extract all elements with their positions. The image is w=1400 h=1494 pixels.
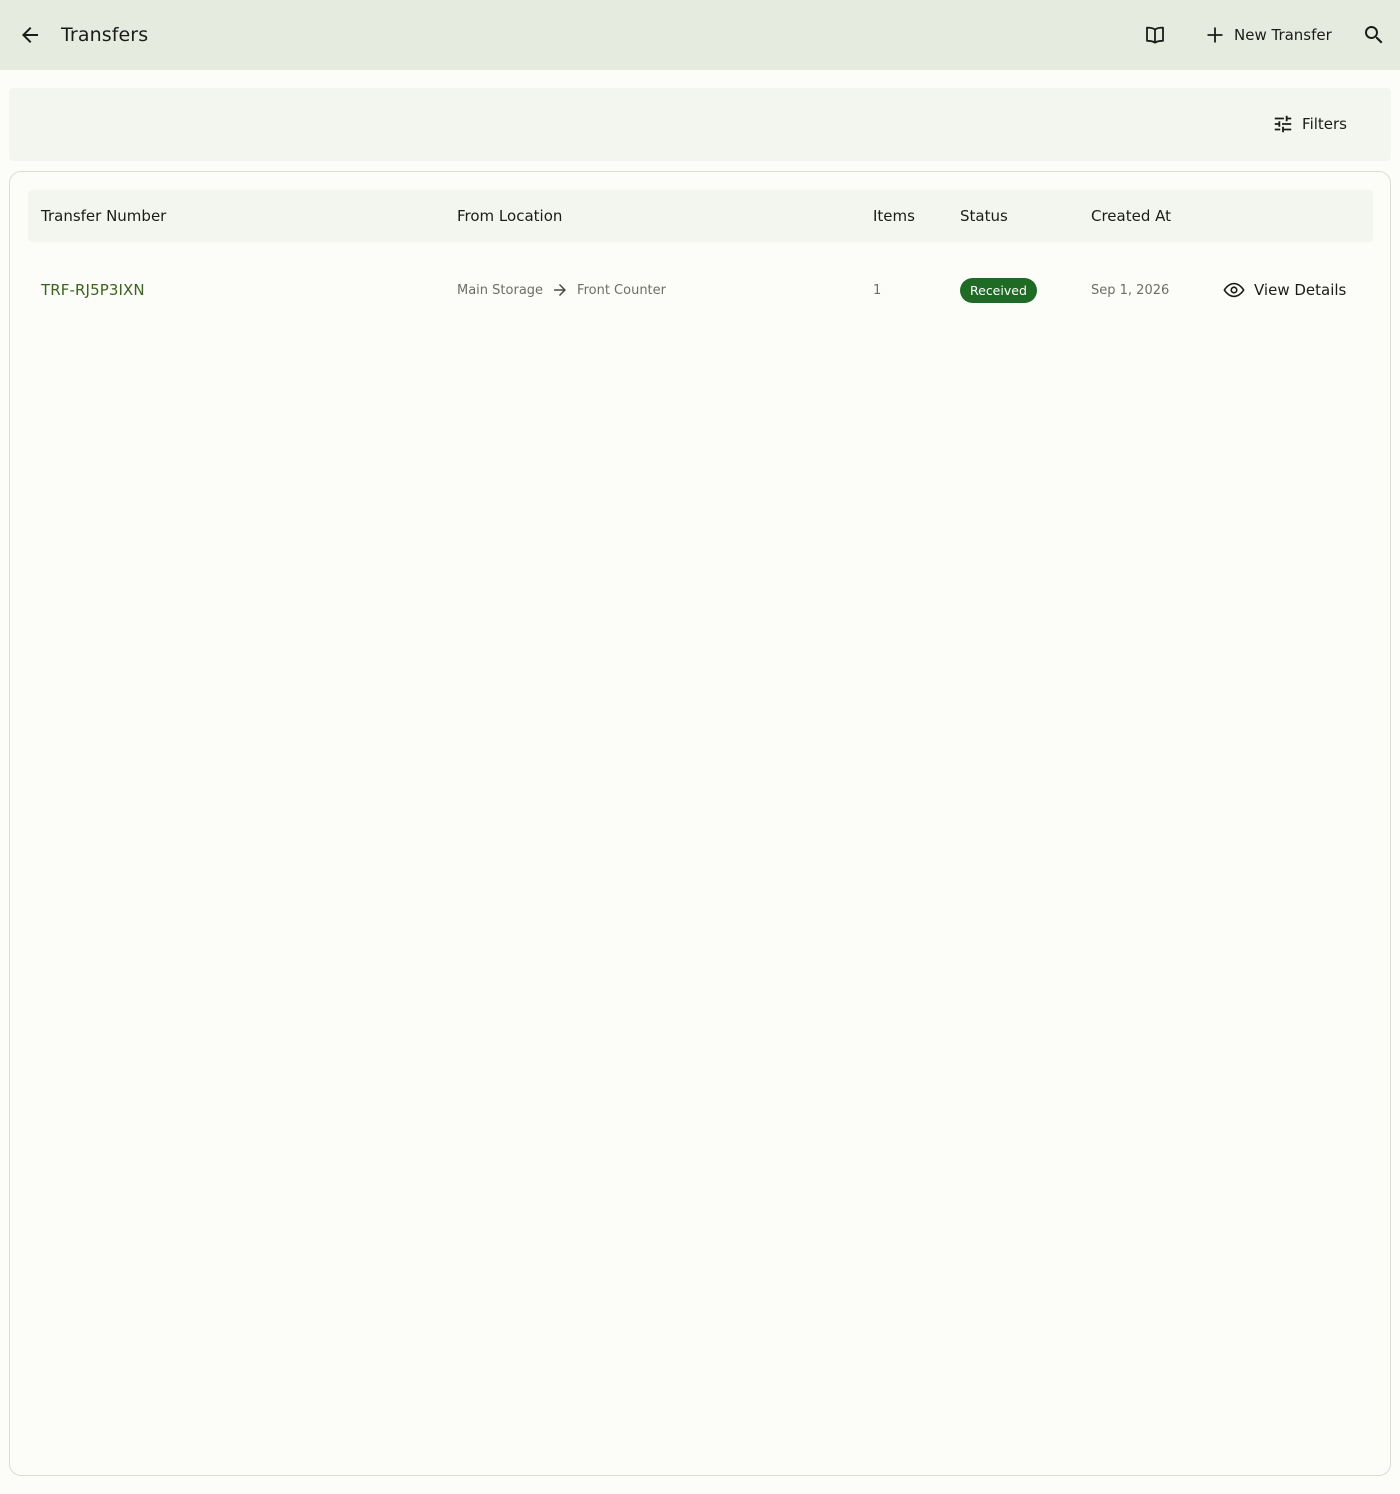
- search-icon: [1362, 23, 1386, 47]
- cell-created-at: Sep 1, 2026: [1091, 260, 1169, 320]
- plus-icon: [1206, 26, 1224, 44]
- column-header-items[interactable]: Items: [873, 207, 915, 225]
- guide-button[interactable]: [1135, 15, 1175, 55]
- column-header-from-location[interactable]: From Location: [457, 207, 562, 225]
- from-location: Main Storage: [457, 282, 544, 298]
- status-badge: Received: [960, 277, 1037, 303]
- cell-from-location: Main Storage Front Counter: [457, 260, 666, 320]
- column-header-created-at[interactable]: Created At: [1091, 207, 1171, 225]
- table-header: Transfer Number From Location Items Stat…: [28, 190, 1373, 242]
- column-header-status[interactable]: Status: [960, 207, 1008, 225]
- app-bar: Transfers New Transfer: [0, 0, 1400, 70]
- to-location: Front Counter: [577, 282, 666, 298]
- column-header-transfer-number[interactable]: Transfer Number: [41, 207, 166, 225]
- search-button[interactable]: [1354, 15, 1394, 55]
- filters-button[interactable]: Filters: [1260, 106, 1359, 142]
- arrow-right-icon: [551, 281, 569, 299]
- transfer-number-link[interactable]: TRF-RJ5P3IXN: [41, 281, 145, 299]
- new-transfer-button[interactable]: New Transfer: [1196, 15, 1342, 55]
- view-details-label: View Details: [1254, 281, 1347, 299]
- filter-bar: Filters: [9, 88, 1391, 161]
- cell-items: 1: [873, 260, 881, 320]
- cell-status: Received: [960, 260, 1037, 320]
- page-title: Transfers: [61, 24, 149, 46]
- eye-icon: [1223, 279, 1245, 301]
- cell-actions: View Details: [1217, 260, 1352, 320]
- back-button[interactable]: [10, 15, 50, 55]
- items-count: 1: [873, 282, 882, 298]
- tune-icon: [1272, 113, 1294, 135]
- transfers-table: Transfer Number From Location Items Stat…: [9, 171, 1391, 1476]
- cell-transfer-number: TRF-RJ5P3IXN: [41, 260, 145, 320]
- view-details-button[interactable]: View Details: [1217, 272, 1352, 308]
- arrow-left-icon: [18, 23, 42, 47]
- created-at: Sep 1, 2026: [1091, 282, 1170, 298]
- table-row[interactable]: TRF-RJ5P3IXN Main Storage Front Counter …: [28, 260, 1373, 320]
- filters-label: Filters: [1302, 115, 1347, 133]
- book-open-icon: [1143, 23, 1167, 47]
- new-transfer-label: New Transfer: [1234, 26, 1332, 44]
